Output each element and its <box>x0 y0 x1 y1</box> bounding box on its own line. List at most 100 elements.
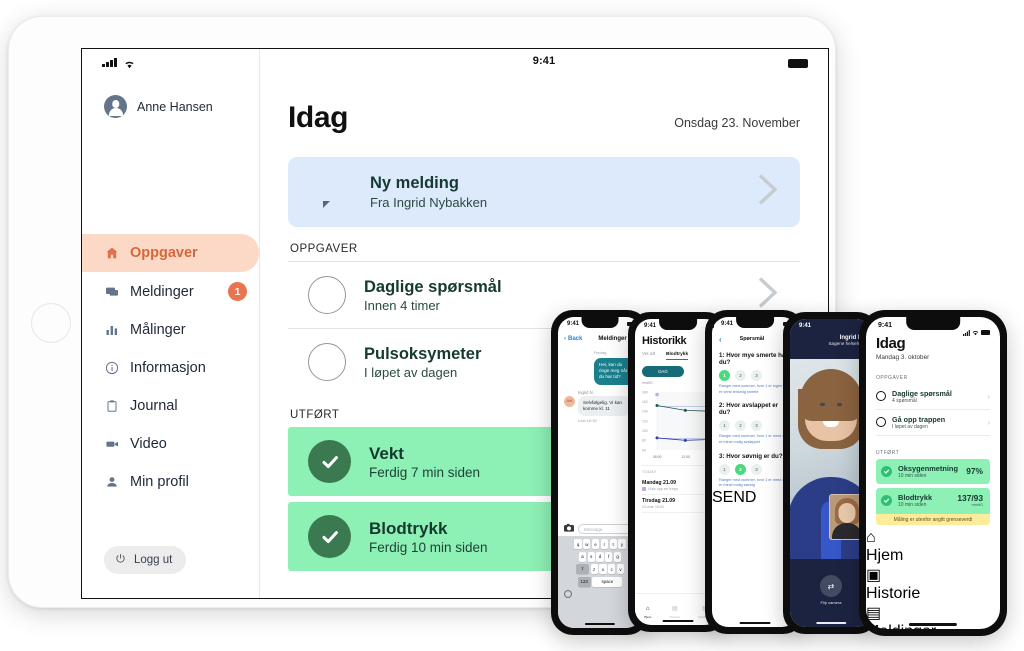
rating-option[interactable]: 2 <box>735 420 746 432</box>
status-time: 9:41 <box>567 321 580 327</box>
range-pill-dag[interactable]: DAG <box>642 366 684 377</box>
sidebar-item-oppgaver[interactable]: Oppgaver <box>82 234 259 272</box>
emoji-icon[interactable] <box>564 589 572 598</box>
task-checkbox[interactable] <box>308 276 346 314</box>
face-detail <box>837 403 842 406</box>
camera-icon[interactable] <box>564 523 574 534</box>
key[interactable]: d <box>596 551 604 562</box>
new-message-title: Ny melding <box>370 174 459 192</box>
history-icon: ▤ <box>671 606 678 612</box>
rating-options: 1 2 3 <box>719 370 791 381</box>
completed-text: Vekt Ferdig 7 min siden <box>369 444 480 480</box>
logout-button[interactable]: Logg ut <box>104 546 187 574</box>
completed-row[interactable]: Oksygenmetning 10 min siden 97% <box>876 458 990 484</box>
annotation-swatch <box>642 487 646 491</box>
rating-option[interactable]: 1 <box>719 370 730 381</box>
key[interactable]: x <box>599 564 607 575</box>
key[interactable]: s <box>587 551 595 562</box>
task-title: Daglige spørsmål <box>364 277 502 296</box>
sidebar-item-malinger[interactable]: Målinger <box>82 312 259 348</box>
key[interactable]: c <box>608 564 616 575</box>
key[interactable]: f <box>605 551 613 562</box>
chevron-left-icon[interactable]: ‹ <box>719 335 722 344</box>
key[interactable]: r <box>600 539 608 549</box>
rating-option[interactable]: 1 <box>719 420 730 432</box>
rating-option[interactable]: 1 <box>719 463 730 475</box>
sidebar-item-informasjon[interactable]: Informasjon <box>82 350 259 386</box>
rating-option[interactable]: 3 <box>751 463 762 475</box>
home-indicator <box>908 623 958 626</box>
task-subtitle: Innen 4 timer <box>364 297 440 313</box>
rating-options: 1 2 3 <box>719 463 791 475</box>
chevron-left-icon: ‹ <box>564 336 566 342</box>
shift-key[interactable]: ⇧ <box>575 564 589 575</box>
measurement-value: 137/93 <box>957 493 983 503</box>
key[interactable]: e <box>592 539 600 549</box>
measurement-value-wrap: 97% <box>966 466 983 476</box>
rating-option[interactable]: 3 <box>751 420 762 432</box>
key[interactable]: y <box>618 539 626 549</box>
new-message-subtitle: Fra Ingrid Nybakken <box>370 195 488 210</box>
task-row[interactable]: Daglige spørsmål 4 spørsmål › <box>876 384 990 410</box>
check-circle-icon <box>308 515 351 558</box>
tablet-status-bar-main: 9:41 <box>260 49 828 75</box>
sidebar-item-label: Informasjon <box>130 360 206 376</box>
question-hint: Ranger med nummer, hvor 1 er mest og 5 e… <box>719 477 790 488</box>
bottom-nav: ⌂ Hjem ▣ Historie ▤ Meldinger ▤ Journal … <box>866 529 1000 629</box>
bottom-nav-hjem[interactable]: ⌂ Hjem <box>866 529 1000 565</box>
key[interactable]: t <box>609 539 617 549</box>
sidebar-item-meldinger[interactable]: Meldinger 1 <box>82 274 259 310</box>
sidebar-user[interactable]: Anne Hansen <box>82 87 259 118</box>
svg-text:180: 180 <box>642 390 648 394</box>
new-message-card[interactable]: Ny melding Fra Ingrid Nybakken <box>288 157 800 227</box>
back-button[interactable]: ‹ Back <box>564 336 582 342</box>
svg-text:80: 80 <box>642 439 646 443</box>
battery-full-icon <box>981 329 990 335</box>
task-checkbox[interactable] <box>308 343 346 381</box>
completed-row[interactable]: Blodtrykk 10 min siden 137/93 mmHG <box>876 487 990 517</box>
bottom-nav-hjem[interactable]: ⌂ Hjem <box>644 597 651 619</box>
task-checkbox[interactable] <box>876 391 886 401</box>
new-message-text: Ny melding Fra Ingrid Nybakken <box>370 174 487 210</box>
sidebar-item-min-profil[interactable]: Min profil <box>82 464 259 500</box>
task-row[interactable]: Gå opp trappen I løpet av dagen › <box>876 410 990 436</box>
task-title: Gå opp trappen <box>892 414 946 424</box>
nav-label: Historie <box>669 615 681 619</box>
caller-org: Sagene helsehus <box>828 341 864 346</box>
rating-option[interactable]: 3 <box>751 370 762 381</box>
tab-blodtrykk[interactable]: Blodtrykk <box>665 352 689 360</box>
section-header-done: UTFØRT <box>876 449 900 456</box>
sidebar-item-journal[interactable]: Journal <box>82 388 259 424</box>
key[interactable]: a <box>578 551 587 562</box>
tablet-status-bar <box>82 49 259 75</box>
home-icon <box>104 246 119 261</box>
key[interactable]: v <box>616 564 625 575</box>
tab-vis-alt[interactable]: Vis alt <box>642 352 655 360</box>
messages-badge: 1 <box>228 282 247 301</box>
key[interactable]: q <box>574 539 582 549</box>
completed-subtitle: Ferdig 10 min siden <box>369 539 488 555</box>
space-key[interactable]: space <box>592 576 623 587</box>
signal-bars-icon <box>102 58 117 67</box>
key[interactable]: w <box>583 539 591 549</box>
sidebar-item-video[interactable]: Video <box>82 426 259 462</box>
key[interactable]: g <box>613 551 622 562</box>
bottom-nav-historie[interactable]: ▣ Historie <box>866 567 1000 603</box>
bottom-nav-historie[interactable]: ▤ Historie <box>670 597 681 619</box>
status-time: 9:41 <box>532 55 556 67</box>
question-text: 3: Hvor søvnig er du? <box>719 452 783 460</box>
key[interactable]: z <box>590 564 598 575</box>
numeric-key[interactable]: 123 <box>577 576 591 587</box>
tablet-home-button[interactable] <box>31 303 71 343</box>
history-entry[interactable]: Mandag 21.09 Gikk opp en trapp <box>642 477 714 495</box>
rating-option[interactable]: 2 <box>735 463 746 475</box>
face-detail <box>820 403 825 406</box>
history-entry[interactable]: Tirsdag 21.09 22.mar 19:02 <box>642 495 714 513</box>
flip-camera-icon[interactable]: ⇄ <box>820 575 842 597</box>
rating-option[interactable]: 2 <box>735 370 746 381</box>
nav-label: Historie <box>866 585 921 602</box>
home-icon: ⌂ <box>866 529 876 546</box>
sidebar-item-label: Video <box>130 436 167 452</box>
task-checkbox[interactable] <box>876 417 886 427</box>
signal-bars-icon <box>963 323 970 341</box>
